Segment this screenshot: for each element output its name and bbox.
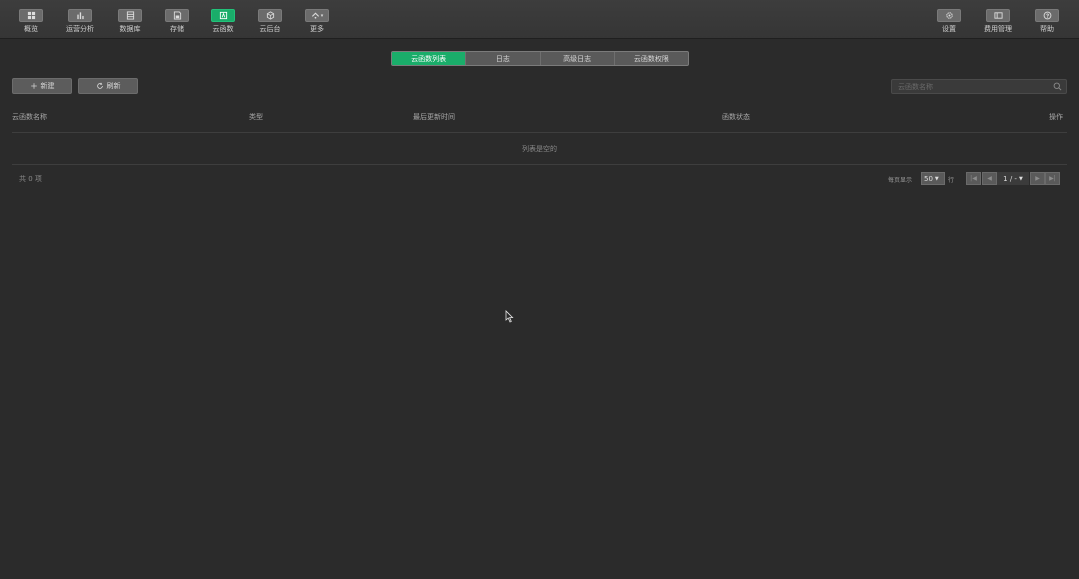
toolbar-label: 帮助: [1040, 25, 1054, 33]
mouse-cursor-icon: [505, 310, 514, 323]
last-page-icon: ▶|: [1049, 175, 1056, 182]
chart-icon: [68, 9, 92, 22]
toolbar-item-database[interactable]: 数据库: [113, 9, 147, 34]
first-page-button[interactable]: |◀: [966, 172, 981, 185]
database-icon: [118, 9, 142, 22]
page-select[interactable]: 1 / - ▼: [997, 172, 1029, 185]
empty-state-text: 列表是空的: [522, 145, 557, 153]
new-button[interactable]: 新建: [12, 78, 72, 94]
per-page-value: 50: [924, 174, 933, 183]
refresh-button-label: 刷新: [106, 82, 121, 90]
column-header-type[interactable]: 类型: [249, 112, 263, 122]
cloud-backend-icon: [258, 9, 282, 22]
toolbar-label: 数据库: [119, 25, 141, 33]
next-page-icon: ▶: [1035, 175, 1040, 182]
gear-icon: [937, 9, 961, 22]
first-page-icon: |◀: [970, 175, 977, 182]
per-page-unit: 行: [948, 177, 955, 184]
tab-logs[interactable]: 日志: [465, 52, 539, 65]
tab-function-list[interactable]: 云函数列表: [392, 52, 466, 65]
toolbar-label: 云函数: [212, 25, 234, 33]
toolbar-label: 更多: [310, 25, 324, 33]
chevron-down-icon: ▾: [320, 12, 324, 19]
toolbar-item-cloud-backend[interactable]: 云后台: [253, 9, 287, 34]
toolbar-label: 费用管理: [984, 25, 1012, 33]
search-icon[interactable]: [1053, 82, 1062, 91]
billing-icon: [986, 9, 1010, 22]
next-page-button[interactable]: ▶: [1030, 172, 1045, 185]
prev-page-icon: ◀: [987, 175, 992, 182]
column-header-name[interactable]: 云函数名称: [12, 112, 47, 122]
toolbar-item-cloud-function[interactable]: 云函数: [206, 9, 240, 34]
plus-icon: [30, 83, 37, 89]
table-divider: [12, 164, 1067, 165]
column-header-updated[interactable]: 最后更新时间: [413, 112, 455, 122]
toolbar-label: 概览: [24, 25, 38, 33]
search-box: [891, 79, 1067, 94]
per-page-select[interactable]: 50 ▼: [921, 172, 945, 185]
chevron-down-icon: ▼: [934, 175, 939, 182]
toolbar-item-help[interactable]: 帮助: [1030, 9, 1064, 34]
column-header-status[interactable]: 函数状态: [722, 112, 750, 122]
storage-icon: [165, 9, 189, 22]
more-icon: ▾: [305, 9, 329, 22]
tab-advanced-logs[interactable]: 高级日志: [539, 52, 614, 65]
column-header-actions: 操作: [1049, 113, 1063, 121]
toolbar-item-settings[interactable]: 设置: [932, 9, 966, 34]
table-divider: [12, 132, 1067, 133]
toolbar-item-storage[interactable]: 存储: [160, 9, 194, 34]
toolbar-item-more[interactable]: ▾ 更多: [300, 9, 334, 34]
toolbar-label: 存储: [170, 25, 184, 33]
tab-function-permissions[interactable]: 云函数权限: [613, 52, 688, 65]
refresh-button[interactable]: 刷新: [78, 78, 138, 94]
tab-bar: 云函数列表 日志 高级日志 云函数权限: [391, 51, 689, 66]
help-icon: [1035, 9, 1059, 22]
top-toolbar: 概览 运营分析 数据库 存储 云函数 云后台 ▾ 更多 设置 费用管理 帮助: [0, 0, 1079, 39]
refresh-icon: [96, 82, 103, 89]
search-input[interactable]: [898, 81, 1048, 92]
toolbar-label: 设置: [942, 25, 956, 33]
toolbar-item-analytics[interactable]: 运营分析: [63, 9, 97, 34]
overview-icon: [19, 9, 43, 22]
page-indicator: 1 / -: [1003, 174, 1017, 183]
prev-page-button[interactable]: ◀: [982, 172, 997, 185]
toolbar-item-billing[interactable]: 费用管理: [981, 9, 1015, 34]
total-count: 共 0 项: [19, 175, 42, 183]
cloud-function-icon: [211, 9, 235, 22]
chevron-down-icon: ▼: [1018, 175, 1023, 182]
per-page-label: 每页显示: [888, 177, 913, 184]
toolbar-item-overview[interactable]: 概览: [14, 9, 48, 34]
toolbar-label: 运营分析: [66, 25, 94, 33]
toolbar-label: 云后台: [259, 25, 281, 33]
new-button-label: 新建: [40, 82, 55, 90]
last-page-button[interactable]: ▶|: [1045, 172, 1060, 185]
